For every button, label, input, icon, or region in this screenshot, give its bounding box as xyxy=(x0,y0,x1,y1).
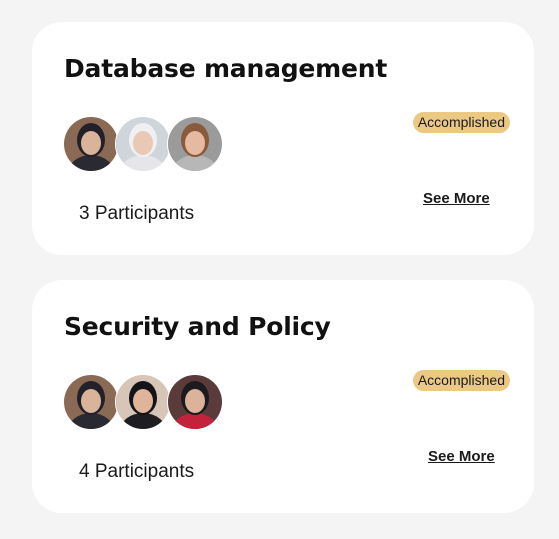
participant-avatar-3[interactable] xyxy=(167,116,223,172)
participant-avatar-2[interactable] xyxy=(115,116,171,172)
participant-avatar-3[interactable] xyxy=(167,374,223,430)
participant-avatar-2[interactable] xyxy=(115,374,171,430)
see-more-link[interactable]: See More xyxy=(428,448,495,465)
project-card-database-management: Database management Accomplished 3 Parti… xyxy=(32,22,534,255)
status-badge: Accomplished xyxy=(412,370,510,391)
participant-avatars[interactable] xyxy=(63,116,233,172)
participant-avatar-1[interactable] xyxy=(63,374,119,430)
project-card-security-and-policy: Security and Policy Accomplished 4 Parti… xyxy=(32,280,534,513)
see-more-link[interactable]: See More xyxy=(423,190,490,207)
participants-count: 4 Participants xyxy=(79,461,195,482)
project-title: Security and Policy xyxy=(64,312,331,341)
participant-avatar-1[interactable] xyxy=(63,116,119,172)
participants-count: 3 Participants xyxy=(79,203,195,224)
participant-avatars[interactable] xyxy=(63,374,233,430)
project-title: Database management xyxy=(64,54,388,83)
status-badge: Accomplished xyxy=(412,112,510,133)
